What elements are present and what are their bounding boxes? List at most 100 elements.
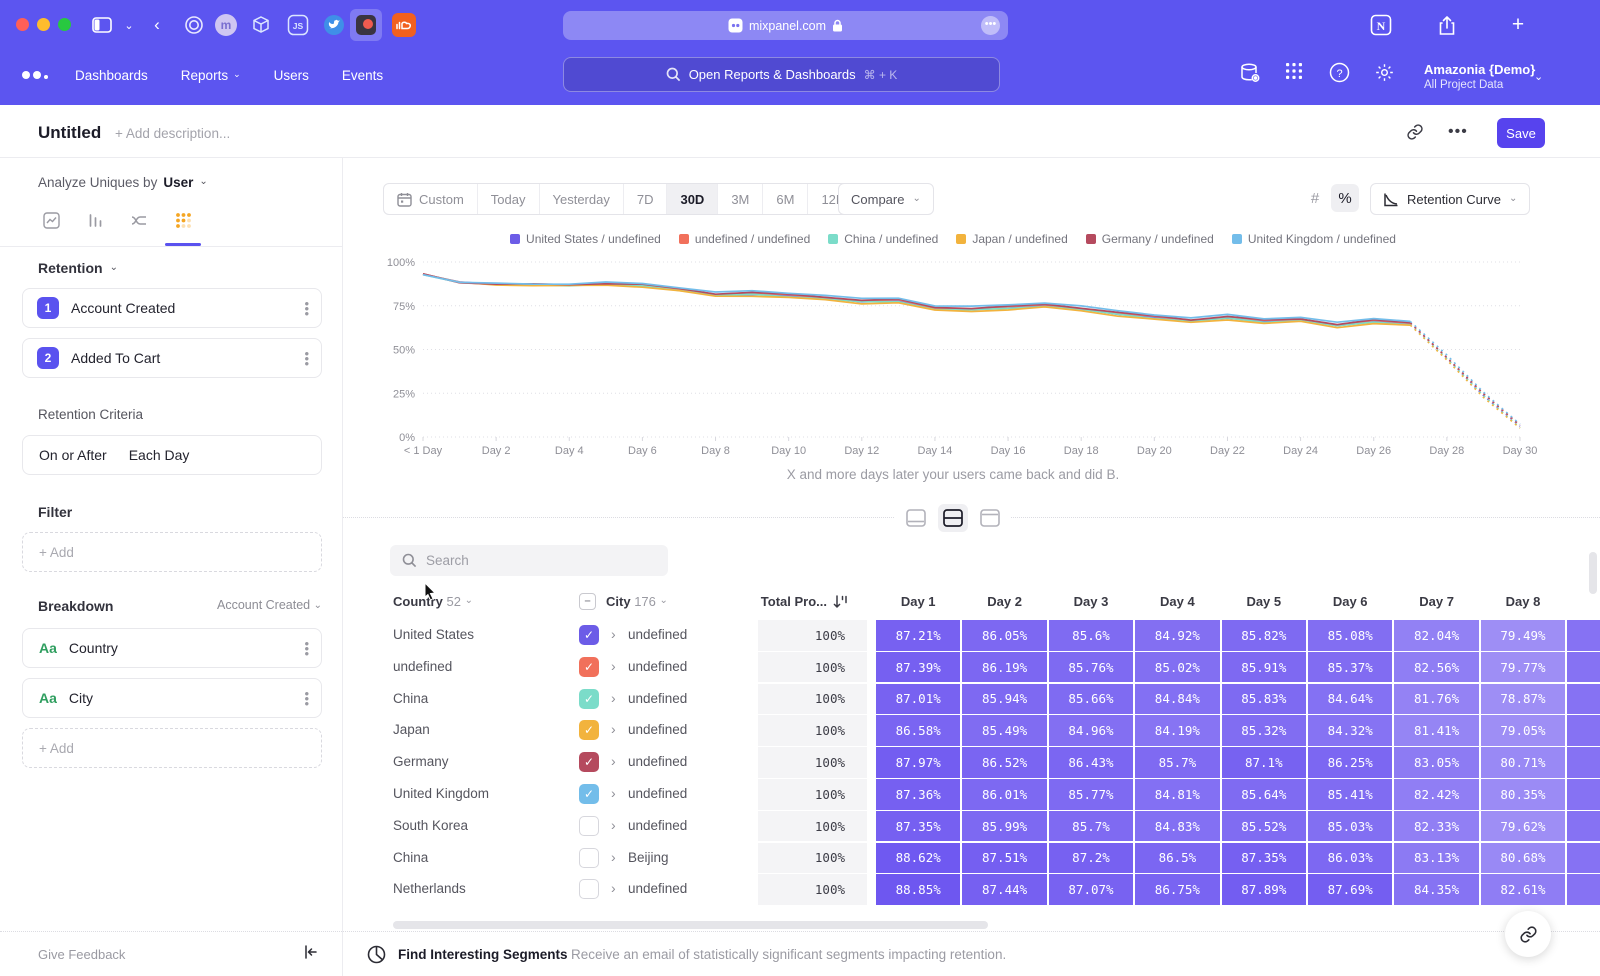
share-icon[interactable] [1434,12,1460,38]
day-cell[interactable]: 85.02% [1135,652,1219,683]
day-cell[interactable]: 85.6% [1049,620,1133,651]
day-cell[interactable]: 82.33% [1394,811,1478,842]
tab-insights[interactable] [30,205,72,235]
day-cell[interactable]: 85.99% [962,811,1046,842]
country-cell[interactable]: China [393,850,428,865]
retention-line-chart[interactable]: 100%75%50%25%0%< 1 DayDay 2Day 4Day 6Day… [383,255,1563,465]
collapse-sidebar-icon[interactable] [303,944,319,960]
tab-flows[interactable] [118,205,160,235]
kebab-icon[interactable]: ••• [304,691,309,706]
day-cell[interactable]: 81.41% [1394,715,1478,746]
row-checkbox[interactable]: ✓ [579,689,599,709]
range-custom[interactable]: Custom [384,184,478,214]
nav-item-dashboards[interactable]: Dashboards [75,68,148,83]
percent-toggle[interactable]: % [1331,184,1359,212]
package-extension-icon[interactable] [248,12,274,38]
day-cell[interactable]: 85.83% [1222,684,1306,715]
day-cell[interactable]: 79.05% [1481,715,1565,746]
day-cell[interactable]: 87.97% [876,747,960,778]
row-checkbox[interactable]: ✓ [579,784,599,804]
day-cell[interactable]: 84.19% [1135,715,1219,746]
day-cell[interactable]: 84.92% [1135,620,1219,651]
expand-chevron-icon[interactable]: › [611,880,616,896]
day-cell[interactable]: 86.25% [1308,747,1392,778]
day-cell[interactable]: 87.35% [876,811,960,842]
apps-grid-icon[interactable] [1285,62,1303,80]
day-cell[interactable]: 88.85% [876,874,960,905]
day-cell[interactable]: 80.71% [1481,747,1565,778]
nav-item-events[interactable]: Events [342,68,383,83]
range-7d[interactable]: 7D [624,184,668,214]
day-cell[interactable]: 78.87% [1481,684,1565,715]
day-cell[interactable]: 82.61% [1481,874,1565,905]
day-cell[interactable]: 82.56% [1394,652,1478,683]
split-view-icon[interactable] [938,504,968,532]
day-cell[interactable]: 87.1% [1222,747,1306,778]
expand-chevron-icon[interactable]: › [611,690,616,706]
kebab-icon[interactable]: ••• [304,351,309,366]
chart-type-dropdown[interactable]: Retention Curve⌄ [1370,183,1530,215]
city-cell[interactable]: undefined [628,627,687,642]
city-cell[interactable]: undefined [628,881,687,896]
kebab-icon[interactable]: ••• [304,641,309,656]
day-cell[interactable]: 81.76% [1394,684,1478,715]
day-cell[interactable]: 83.05% [1394,747,1478,778]
row-checkbox[interactable] [579,816,599,836]
country-cell[interactable]: Netherlands [393,881,466,896]
select-all-checkbox[interactable]: – [579,593,596,610]
range-30d[interactable]: 30D [667,184,718,214]
day-cell[interactable]: 86.01% [962,779,1046,810]
day-header-7[interactable]: Day 7 [1394,586,1478,616]
settings-gear-icon[interactable] [1374,62,1395,83]
project-switcher[interactable]: Amazonia {Demo} All Project Data [1424,62,1535,91]
legend-item[interactable]: Japan / undefined [956,232,1067,246]
retention-step-1[interactable]: 1Account Created••• [22,288,322,328]
day-cell[interactable]: 86.03% [1308,843,1392,874]
criteria-interval[interactable]: Each Day [129,447,190,463]
legend-item[interactable]: Germany / undefined [1086,232,1214,246]
criteria-operator[interactable]: On or After [39,447,107,463]
day-cell[interactable]: 85.94% [962,684,1046,715]
nav-item-reports[interactable]: Reports⌄ [181,68,241,83]
vertical-scrollbar[interactable] [1589,552,1597,594]
horizontal-scrollbar[interactable] [393,921,988,929]
day-cell[interactable]: 85.03% [1308,811,1392,842]
day-cell[interactable]: 84.81% [1135,779,1219,810]
day-cell[interactable]: 84.35% [1394,874,1478,905]
soundcloud-tab-icon[interactable] [391,12,417,38]
analyze-value[interactable]: User [163,175,193,190]
day-cell[interactable]: 85.37% [1308,652,1392,683]
range-yesterday[interactable]: Yesterday [540,184,624,214]
total-column-header[interactable]: Total Pro... [723,586,848,616]
country-cell[interactable]: Germany [393,754,449,769]
filter-add-button[interactable]: + Add [22,532,322,572]
day-cell[interactable]: 86.75% [1135,874,1219,905]
range-3m[interactable]: 3M [718,184,763,214]
day-cell[interactable]: 80.35% [1481,779,1565,810]
day-cell[interactable]: 79.77% [1481,652,1565,683]
legend-item[interactable]: United Kingdom / undefined [1232,232,1396,246]
table-search-input[interactable] [426,553,626,568]
day-cell[interactable]: 84.83% [1135,811,1219,842]
day-cell[interactable]: 86.52% [962,747,1046,778]
close-button[interactable] [16,18,29,31]
day-cell[interactable]: 87.2% [1049,843,1133,874]
day-cell[interactable]: 87.35% [1222,843,1306,874]
day-cell[interactable]: 85.08% [1308,620,1392,651]
country-cell[interactable]: United Kingdom [393,786,489,801]
city-column-header[interactable]: – City 176 ⌄ [579,586,668,616]
range-today[interactable]: Today [478,184,540,214]
legend-item[interactable]: China / undefined [828,232,938,246]
day-cell[interactable]: 84.32% [1308,715,1392,746]
day-cell[interactable]: 86.5% [1135,843,1219,874]
breakdown-item-country[interactable]: AaCountry••• [22,628,322,668]
data-management-icon[interactable] [1239,62,1261,84]
day-cell[interactable]: 85.32% [1222,715,1306,746]
city-cell[interactable]: Beijing [628,850,669,865]
breakdown-event-selector[interactable]: Account Created ⌄ [0,598,322,612]
absolute-numbers-toggle[interactable]: # [1301,184,1329,212]
city-cell[interactable]: undefined [628,691,687,706]
global-search-button[interactable]: Open Reports & Dashboards ⌘ + K [563,57,1000,92]
day-cell[interactable]: 88.62% [876,843,960,874]
day-cell[interactable]: 87.01% [876,684,960,715]
